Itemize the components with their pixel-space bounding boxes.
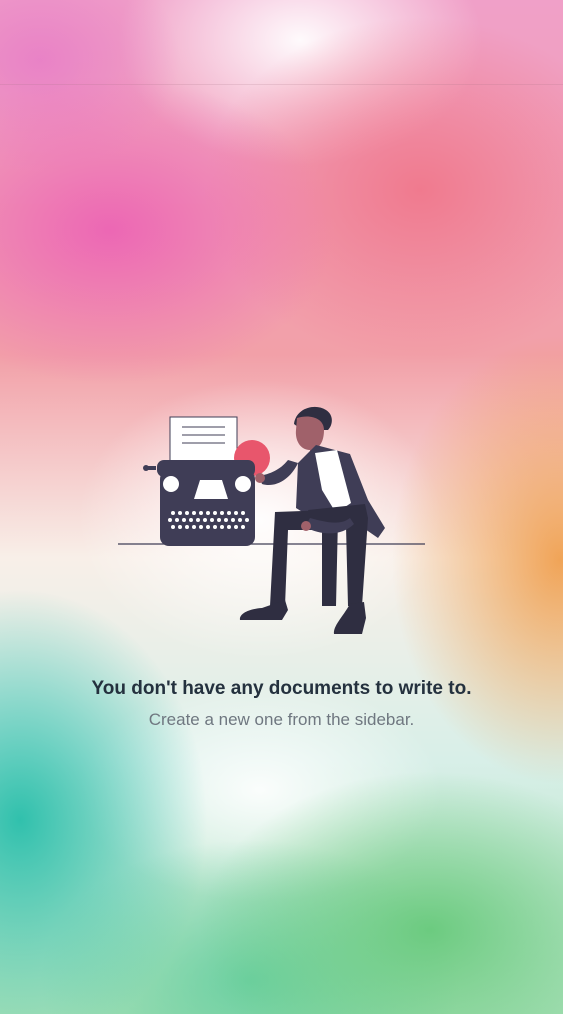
empty-state-title: You don't have any documents to write to… xyxy=(91,678,472,699)
empty-state-subtitle: Create a new one from the sidebar. xyxy=(148,710,415,729)
person-with-typewriter-illustration xyxy=(118,406,425,634)
empty-state: You don't have any documents to write to… xyxy=(0,0,563,1014)
